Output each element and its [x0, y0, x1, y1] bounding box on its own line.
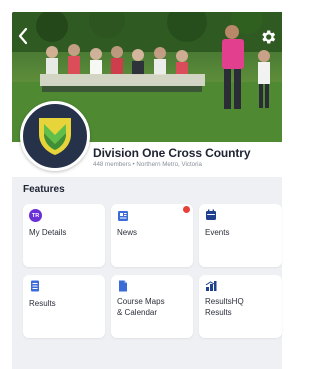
gear-icon: [262, 30, 276, 44]
results-hq-icon: [205, 281, 217, 291]
calendar-icon: [206, 209, 216, 220]
tile-label-line2: & Calendar: [117, 308, 158, 317]
tile-label-line2: Results: [205, 308, 232, 317]
tile-label-line1: ResultsHQ: [205, 297, 244, 306]
file-icon: [119, 280, 127, 292]
tile-results[interactable]: Results: [23, 275, 105, 338]
tile-events[interactable]: Events: [199, 204, 282, 267]
back-button[interactable]: [16, 26, 34, 48]
club-meta: 448 members • Northern Metro, Victoria: [93, 161, 203, 168]
club-logo: [20, 101, 90, 171]
news-icon: [118, 211, 128, 221]
initials-avatar-icon: TR: [29, 209, 42, 222]
tile-course-maps-calendar[interactable]: Course Maps & Calendar: [111, 275, 193, 338]
tile-label: Events: [205, 228, 230, 237]
tile-label: News: [117, 228, 138, 237]
shield-logo-icon: [39, 118, 71, 155]
features-title: Features: [23, 184, 65, 195]
tile-my-details[interactable]: TR My Details: [23, 204, 105, 267]
tile-label: Results: [29, 299, 56, 308]
notification-dot: [183, 206, 190, 213]
tile-resultshq[interactable]: ResultsHQ Results: [199, 275, 282, 338]
tile-news[interactable]: News: [111, 204, 193, 267]
club-name: Division One Cross Country: [93, 146, 251, 160]
tile-label: My Details: [29, 228, 67, 237]
tile-label-line1: Course Maps: [117, 297, 165, 306]
document-icon: [31, 280, 39, 292]
chevron-left-icon: [18, 27, 28, 45]
settings-button[interactable]: [259, 28, 279, 48]
